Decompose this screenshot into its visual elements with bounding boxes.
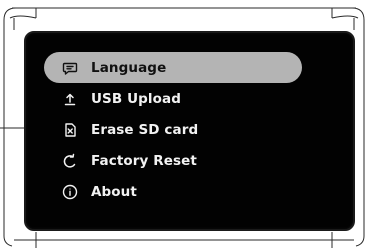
sd-card-erase-icon [61, 121, 79, 139]
device-screen: Language USB Upload Erase SD card Factor… [24, 31, 355, 231]
settings-menu: Language USB Upload Erase SD card Factor… [44, 52, 302, 207]
menu-item-factory-reset[interactable]: Factory Reset [44, 145, 302, 176]
menu-item-label: Factory Reset [91, 152, 197, 169]
upload-icon [61, 90, 79, 108]
menu-item-erase-sd-card[interactable]: Erase SD card [44, 114, 302, 145]
reset-icon [61, 152, 79, 170]
menu-item-label: USB Upload [91, 90, 181, 107]
info-icon [61, 183, 79, 201]
menu-item-usb-upload[interactable]: USB Upload [44, 83, 302, 114]
menu-item-language[interactable]: Language [44, 52, 302, 83]
chat-bubble-icon [61, 59, 79, 77]
menu-item-label: Erase SD card [91, 121, 199, 138]
menu-item-about[interactable]: About [44, 176, 302, 207]
menu-item-label: About [91, 183, 137, 200]
menu-item-label: Language [91, 59, 167, 76]
